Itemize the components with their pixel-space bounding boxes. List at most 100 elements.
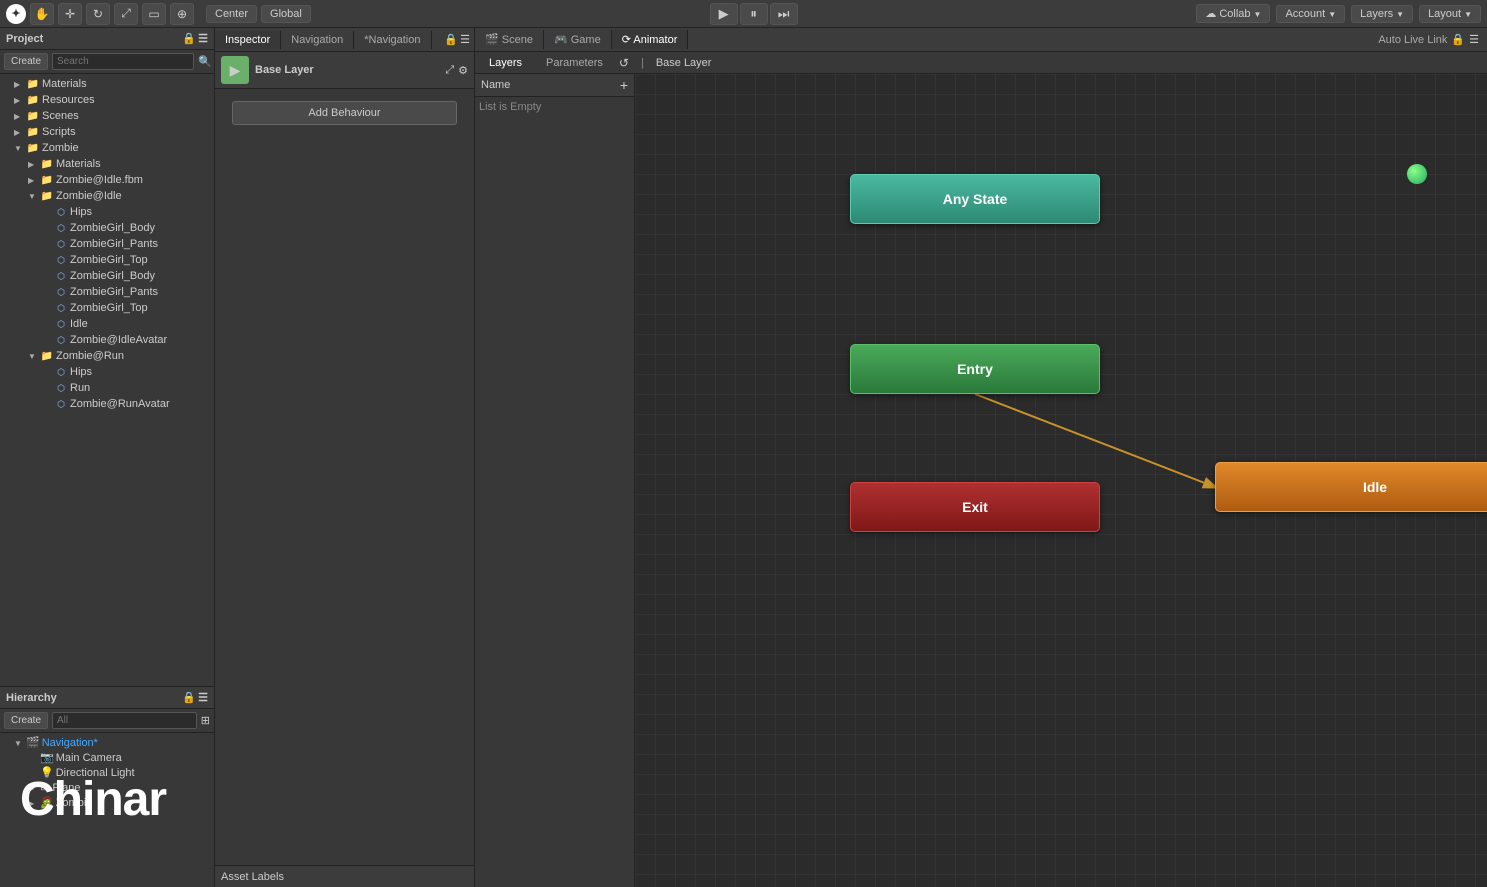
sub-tab-parameters[interactable]: Parameters — [538, 55, 611, 71]
list-item[interactable]: 📁 Resources — [0, 92, 214, 108]
folder-icon: 📁 — [26, 77, 40, 91]
folder-icon: 📁 — [40, 349, 54, 363]
animator-canvas[interactable]: Any State Entry Exit Idle — [635, 74, 1487, 887]
center-toggle[interactable]: Center — [206, 5, 257, 23]
inspector-menu-icon[interactable]: ☰ — [460, 33, 470, 46]
hierarchy-lock-icon[interactable]: 🔒 — [182, 691, 196, 704]
mesh-icon: ⬡ — [54, 269, 68, 283]
mesh-icon: ⬡ — [54, 381, 68, 395]
base-layer-label: Base Layer — [255, 64, 314, 76]
global-toggle[interactable]: Global — [261, 5, 311, 23]
arrow-icon — [28, 175, 38, 185]
settings-icon[interactable]: ⚙ — [458, 64, 468, 77]
project-lock-icon[interactable]: 🔒 — [182, 32, 196, 45]
layers-btn[interactable]: Layers — [1351, 5, 1413, 23]
sub-tab-layers[interactable]: Layers — [481, 55, 530, 71]
project-search-input[interactable] — [52, 53, 194, 70]
list-item[interactable]: ⬡ ZombieGirl_Body — [0, 268, 214, 284]
account-btn[interactable]: Account — [1276, 5, 1345, 23]
list-item[interactable]: 📁 Zombie — [0, 140, 214, 156]
list-item[interactable]: 📁 Zombie@Idle — [0, 188, 214, 204]
list-item[interactable]: 📁 Scripts — [0, 124, 214, 140]
animator-lock-icon[interactable]: 🔒 — [1451, 33, 1465, 46]
add-behaviour-btn[interactable]: Add Behaviour — [232, 101, 458, 125]
list-item[interactable]: ⬡ Run — [0, 380, 214, 396]
collab-btn[interactable]: ☁ Collab — [1196, 4, 1270, 23]
list-item[interactable]: ⬡ Zombie@RunAvatar — [0, 396, 214, 412]
hierarchy-header-icons: 🔒 ☰ — [182, 691, 208, 704]
list-item[interactable]: ⬡ ZombieGirl_Top — [0, 300, 214, 316]
list-item[interactable]: ⬡ ZombieGirl_Pants — [0, 236, 214, 252]
list-item[interactable]: ⬡ Idle — [0, 316, 214, 332]
list-item[interactable]: 📁 Zombie@Idle.fbm — [0, 172, 214, 188]
project-create-btn[interactable]: Create — [4, 53, 48, 70]
tab-inspector[interactable]: Inspector — [215, 31, 281, 49]
toolbar-right: ☁ Collab Account Layers Layout — [1196, 4, 1481, 23]
hierarchy-title: Hierarchy — [6, 692, 57, 704]
transform-tool-btn[interactable]: ⊕ — [170, 3, 194, 25]
list-item[interactable]: ⬡ ZombieGirl_Top — [0, 252, 214, 268]
scene-tab-icon: 🎬 — [485, 34, 499, 46]
list-item[interactable]: 📁 Scenes — [0, 108, 214, 124]
hierarchy-menu-icon[interactable]: ☰ — [198, 691, 208, 704]
animator-menu-icon[interactable]: ☰ — [1469, 33, 1479, 46]
hierarchy-panel-header: Hierarchy 🔒 ☰ — [0, 687, 214, 709]
tab-navigation[interactable]: *Navigation — [354, 31, 431, 49]
tab-animator[interactable]: ⟳ Animator — [612, 30, 689, 49]
list-item[interactable]: ⬡ Zombie@IdleAvatar — [0, 332, 214, 348]
folder-icon: 📁 — [40, 173, 54, 187]
refresh-icon[interactable]: ↺ — [619, 56, 629, 70]
folder-icon: 📁 — [40, 189, 54, 203]
rect-tool-btn[interactable]: ▭ — [142, 3, 166, 25]
params-add-icon[interactable]: + — [620, 77, 628, 93]
arrow-icon — [14, 127, 24, 137]
folder-icon: 📁 — [26, 125, 40, 139]
pause-btn[interactable]: ⏸ — [740, 3, 768, 25]
mesh-icon: ⬡ — [54, 317, 68, 331]
list-item[interactable]: ⬡ ZombieGirl_Body — [0, 220, 214, 236]
scale-tool-btn[interactable]: ⤢ — [114, 3, 138, 25]
entry-node[interactable]: Entry — [850, 344, 1100, 394]
arrow-icon — [28, 191, 38, 201]
chinar-brand: Chinar — [20, 772, 166, 827]
hierarchy-filter-icon[interactable]: ⊞ — [201, 714, 210, 727]
animator-tabs: 🎬 Scene 🎮 Game ⟳ Animator Auto Live Link… — [475, 28, 1487, 52]
project-menu-icon[interactable]: ☰ — [198, 32, 208, 45]
hierarchy-create-btn[interactable]: Create — [4, 712, 48, 729]
list-item[interactable]: ⬡ ZombieGirl_Pants — [0, 284, 214, 300]
main-layout: Project 🔒 ☰ Create 🔍 📁 Materials — [0, 28, 1487, 887]
tab-console[interactable]: Navigation — [281, 31, 354, 49]
layout-btn[interactable]: Layout — [1419, 5, 1481, 23]
arrow-icon — [14, 143, 24, 153]
list-item[interactable]: 📷 Main Camera — [0, 750, 214, 765]
move-tool-btn[interactable]: ✛ — [58, 3, 82, 25]
list-item[interactable]: 📁 Zombie@Run — [0, 348, 214, 364]
tab-game[interactable]: 🎮 Game — [544, 30, 612, 49]
exit-node[interactable]: Exit — [850, 482, 1100, 532]
list-item[interactable]: ⬡ Hips — [0, 364, 214, 380]
list-item[interactable]: 📁 Materials — [0, 156, 214, 172]
inspector-tab-bar: Inspector Navigation *Navigation 🔒 ☰ — [215, 28, 474, 52]
layout-chevron — [1464, 8, 1472, 20]
project-panel-header: Project 🔒 ☰ — [0, 28, 214, 50]
anystate-node[interactable]: Any State — [850, 174, 1100, 224]
arrow-icon — [28, 159, 38, 169]
rotate-tool-btn[interactable]: ↻ — [86, 3, 110, 25]
hand-tool-btn[interactable]: ✋ — [30, 3, 54, 25]
inspector-lock-icon[interactable]: 🔒 — [444, 33, 458, 46]
step-btn[interactable]: ⏭ — [770, 3, 798, 25]
project-title: Project — [6, 33, 43, 45]
project-search-icon: 🔍 — [198, 55, 212, 68]
list-item[interactable]: 📁 Materials — [0, 76, 214, 92]
list-item[interactable]: 🎬 Navigation* — [0, 735, 214, 750]
hierarchy-panel: Hierarchy 🔒 ☰ Create ⊞ 🎬 Navigation* — [0, 687, 214, 887]
idle-node[interactable]: Idle — [1215, 462, 1487, 512]
play-btn[interactable]: ▶ — [710, 3, 738, 25]
hierarchy-search-input[interactable] — [52, 712, 197, 729]
list-item[interactable]: ⬡ Hips — [0, 204, 214, 220]
project-toolbar: Create 🔍 — [0, 50, 214, 74]
expand-icon[interactable]: ⤢ — [445, 64, 454, 77]
mesh-icon: ⬡ — [54, 365, 68, 379]
scene-arrow-icon — [14, 738, 24, 748]
tab-scene[interactable]: 🎬 Scene — [475, 30, 544, 49]
